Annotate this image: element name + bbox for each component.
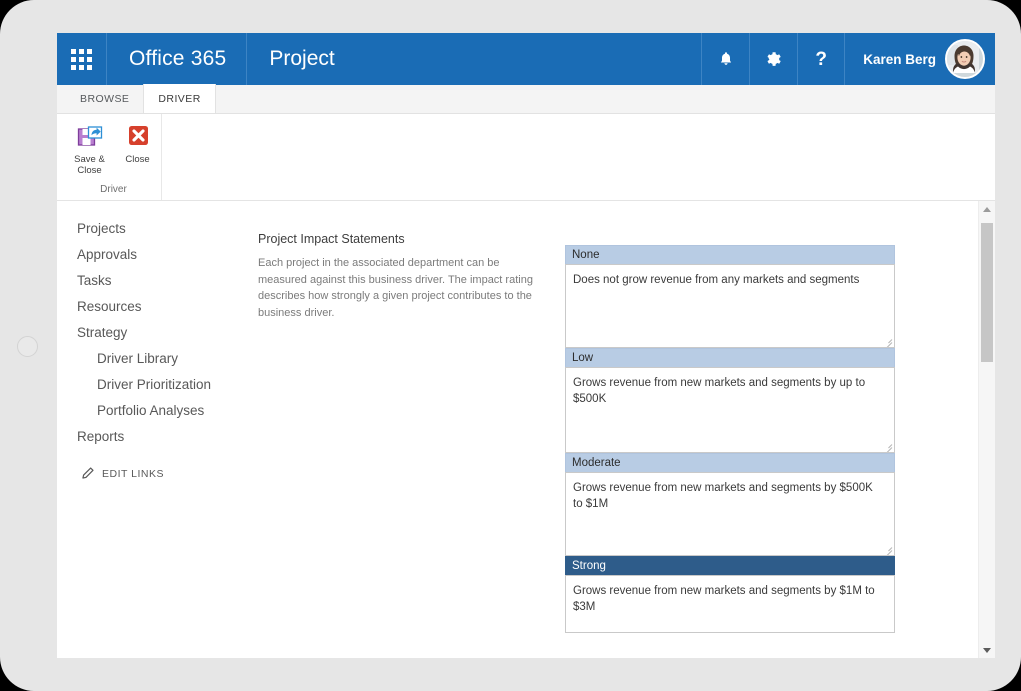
ribbon-tabstrip: BROWSE DRIVER: [57, 84, 995, 114]
impact-statement-text-strong: Grows revenue from new markets and segme…: [573, 585, 875, 613]
section-title: Project Impact Statements: [258, 232, 405, 246]
brand-label: Office 365: [129, 47, 227, 70]
vertical-scrollbar[interactable]: [978, 201, 995, 658]
impact-rating-header-low: Low: [565, 348, 895, 367]
tab-driver[interactable]: DRIVER: [143, 84, 216, 113]
resize-grip-icon[interactable]: [883, 544, 893, 555]
suite-bar-spacer: [357, 33, 702, 85]
section-description: Each project in the associated departmen…: [258, 257, 533, 319]
avatar[interactable]: [945, 39, 985, 79]
impact-statement-text-none: Does not grow revenue from any markets a…: [573, 274, 860, 286]
help-button[interactable]: ?: [797, 33, 846, 85]
left-navigation: Projects Approvals Tasks Resources Strat…: [57, 201, 252, 480]
resize-grip-icon[interactable]: [883, 336, 893, 347]
close-x-icon: [128, 126, 148, 145]
screen: Office 365 Project ? Karen Berg BROWSE D…: [57, 33, 995, 658]
impact-panel-low: Low Grows revenue from new markets and s…: [565, 348, 895, 453]
save-and-close-icon: [77, 126, 102, 146]
ribbon-group-label: Driver: [100, 184, 127, 195]
app-launcher-button[interactable]: [57, 33, 107, 85]
ribbon: Save & Close Close Driver: [57, 114, 995, 201]
chevron-down-icon: [983, 648, 991, 653]
tab-browse[interactable]: BROWSE: [66, 84, 143, 113]
impact-statement-textarea-none[interactable]: Does not grow revenue from any markets a…: [565, 264, 895, 348]
scrollbar-thumb[interactable]: [981, 223, 993, 362]
pencil-icon: [82, 467, 94, 479]
tablet-home-button[interactable]: [17, 336, 38, 357]
impact-panel-none: None Does not grow revenue from any mark…: [565, 245, 895, 348]
impact-statement-text-low: Grows revenue from new markets and segme…: [573, 377, 866, 405]
chevron-up-icon: [983, 207, 991, 212]
scroll-down-button[interactable]: [979, 642, 995, 658]
sidebar-item-tasks[interactable]: Tasks: [57, 267, 252, 293]
sidebar-item-reports[interactable]: Reports: [57, 423, 252, 449]
question-mark-icon: ?: [815, 48, 828, 70]
app-launcher-grid-icon: [71, 48, 93, 70]
settings-button[interactable]: [749, 33, 797, 85]
tablet-frame: Office 365 Project ? Karen Berg BROWSE D…: [0, 0, 1021, 691]
ribbon-group-driver: Save & Close Close Driver: [66, 114, 162, 200]
office-365-brand-link[interactable]: Office 365: [107, 33, 248, 85]
impact-statement-text-moderate: Grows revenue from new markets and segme…: [573, 482, 873, 510]
impact-statement-textarea-strong[interactable]: Grows revenue from new markets and segme…: [565, 575, 895, 633]
edit-links-button[interactable]: EDIT LINKS: [57, 467, 252, 480]
sidebar-item-projects[interactable]: Projects: [57, 215, 252, 241]
gear-icon: [767, 51, 781, 66]
scroll-up-button[interactable]: [979, 201, 995, 218]
user-name-label: Karen Berg: [863, 51, 936, 67]
impact-statement-textarea-moderate[interactable]: Grows revenue from new markets and segme…: [565, 472, 895, 556]
sidebar-item-approvals[interactable]: Approvals: [57, 241, 252, 267]
impact-rating-header-moderate: Moderate: [565, 453, 895, 472]
avatar-photo: [947, 41, 979, 77]
sidebar-item-driver-library[interactable]: Driver Library: [57, 345, 252, 371]
page-content: Projects Approvals Tasks Resources Strat…: [57, 201, 967, 658]
impact-rating-header-none: None: [565, 245, 895, 264]
save-and-close-button[interactable]: Save & Close: [69, 122, 111, 176]
sidebar-item-resources[interactable]: Resources: [57, 293, 252, 319]
resize-grip-icon[interactable]: [883, 441, 893, 452]
edit-links-label: EDIT LINKS: [102, 467, 164, 480]
app-label: Project: [269, 47, 335, 70]
sidebar-item-portfolio-analyses[interactable]: Portfolio Analyses: [57, 397, 252, 423]
impact-statement-textarea-low[interactable]: Grows revenue from new markets and segme…: [565, 367, 895, 453]
impact-statements-description: Project Impact Statements Each project i…: [258, 232, 538, 321]
close-label: Close: [125, 154, 150, 165]
bell-icon: [720, 51, 731, 65]
impact-rating-header-strong: Strong: [565, 556, 895, 575]
sidebar-item-driver-prioritization[interactable]: Driver Prioritization: [57, 371, 252, 397]
project-app-link[interactable]: Project: [247, 33, 356, 85]
impact-statement-panels: None Does not grow revenue from any mark…: [565, 245, 895, 633]
office-suite-bar: Office 365 Project ? Karen Berg: [57, 33, 995, 85]
notifications-button[interactable]: [701, 33, 749, 85]
impact-panel-moderate: Moderate Grows revenue from new markets …: [565, 453, 895, 556]
save-and-close-label: Save & Close: [74, 154, 105, 176]
impact-panel-strong: Strong Grows revenue from new markets an…: [565, 556, 895, 633]
close-button[interactable]: Close: [117, 122, 159, 176]
workspace: Projects Approvals Tasks Resources Strat…: [57, 201, 995, 658]
sidebar-item-strategy[interactable]: Strategy: [57, 319, 252, 345]
user-account-menu[interactable]: Karen Berg: [845, 33, 995, 85]
